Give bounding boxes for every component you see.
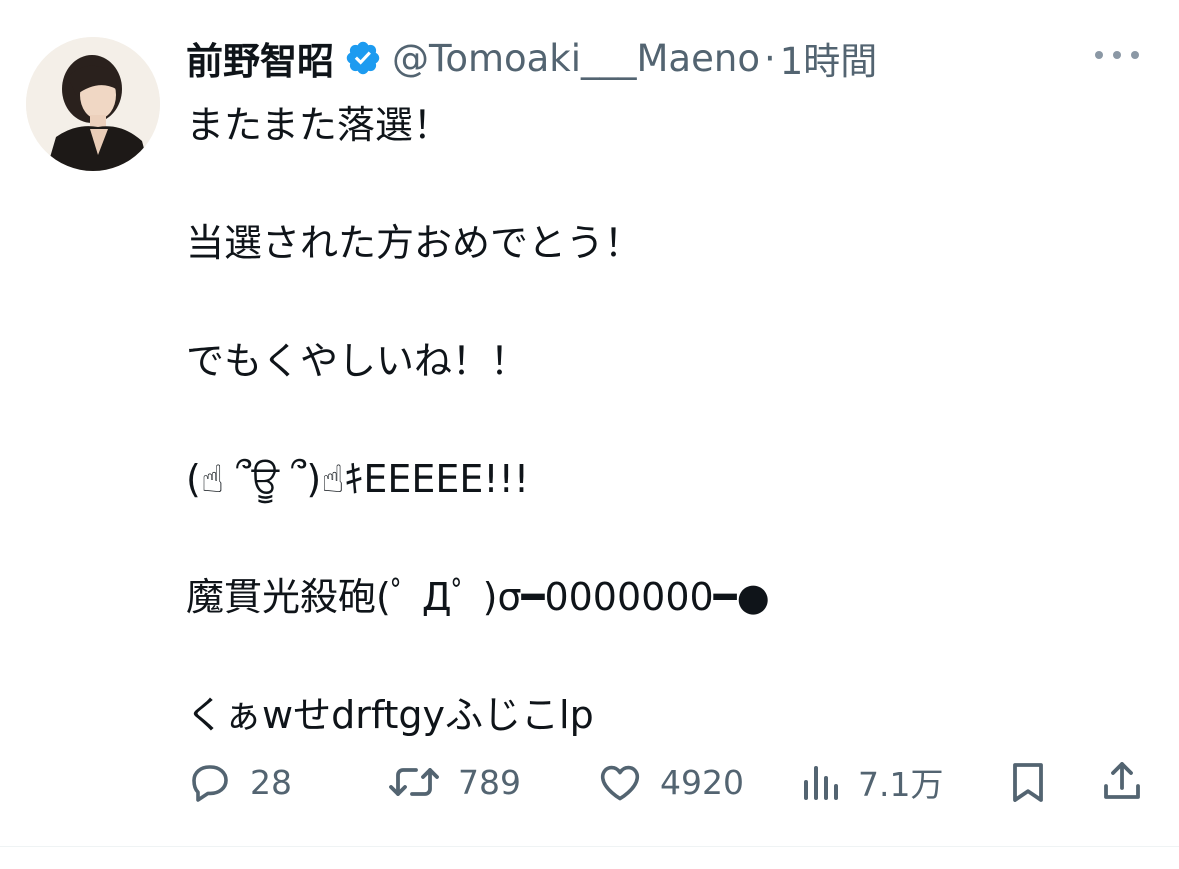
retweet-button[interactable]: 789 — [386, 752, 521, 812]
views-count: 7.1万 — [858, 765, 944, 804]
tweet-line: でもくやしいね！！ — [186, 339, 529, 383]
heart-icon — [600, 765, 640, 801]
like-count: 4920 — [660, 762, 744, 802]
avatar[interactable] — [26, 37, 160, 171]
tweet-line: またまた落選！ — [186, 103, 451, 147]
share-icon — [1104, 762, 1140, 799]
retweet-icon — [389, 768, 439, 796]
reply-icon — [192, 765, 228, 802]
more-options-icon[interactable] — [1095, 40, 1139, 70]
timestamp[interactable]: 1時間 — [780, 31, 878, 85]
tweet-line: 当選された方おめでとう！ — [186, 221, 643, 265]
retweet-count: 789 — [458, 762, 521, 802]
share-button[interactable] — [1098, 752, 1146, 812]
reply-button[interactable]: 28 — [186, 752, 292, 812]
tweet-header: 前野智昭 @Tomoaki___Maeno · 1時間 — [186, 30, 877, 86]
tweet: 前野智昭 @Tomoaki___Maeno · 1時間 またまた落選！ 当選され… — [0, 0, 1179, 869]
like-button[interactable]: 4920 — [596, 752, 744, 812]
verified-badge-icon — [344, 39, 382, 77]
separator-dot: · — [763, 36, 776, 80]
views-icon — [804, 766, 838, 800]
tweet-line: (☝ ՞ਊ ՞)☝ｷEEEEE!!! — [186, 457, 530, 501]
bookmark-button[interactable] — [1004, 752, 1052, 812]
tweet-line: くぁwせdrftgyふじこlp — [186, 693, 594, 737]
tweet-text: またまた落選！ 当選された方おめでとう！ でもくやしいね！！ (☝ ՞ਊ ՞)☝… — [186, 96, 1146, 745]
display-name[interactable]: 前野智昭 — [186, 31, 334, 85]
user-handle[interactable]: @Tomoaki___Maeno — [392, 37, 760, 80]
divider — [0, 846, 1179, 847]
reply-count: 28 — [250, 762, 292, 802]
tweet-line: 魔貫光殺砲(ﾟ Дﾟ )σ━0000000━● — [186, 575, 770, 619]
bookmark-icon — [1013, 763, 1043, 802]
views-button[interactable]: 7.1万 — [800, 752, 943, 812]
action-bar: 28 789 4920 7.1万 — [186, 752, 1146, 812]
